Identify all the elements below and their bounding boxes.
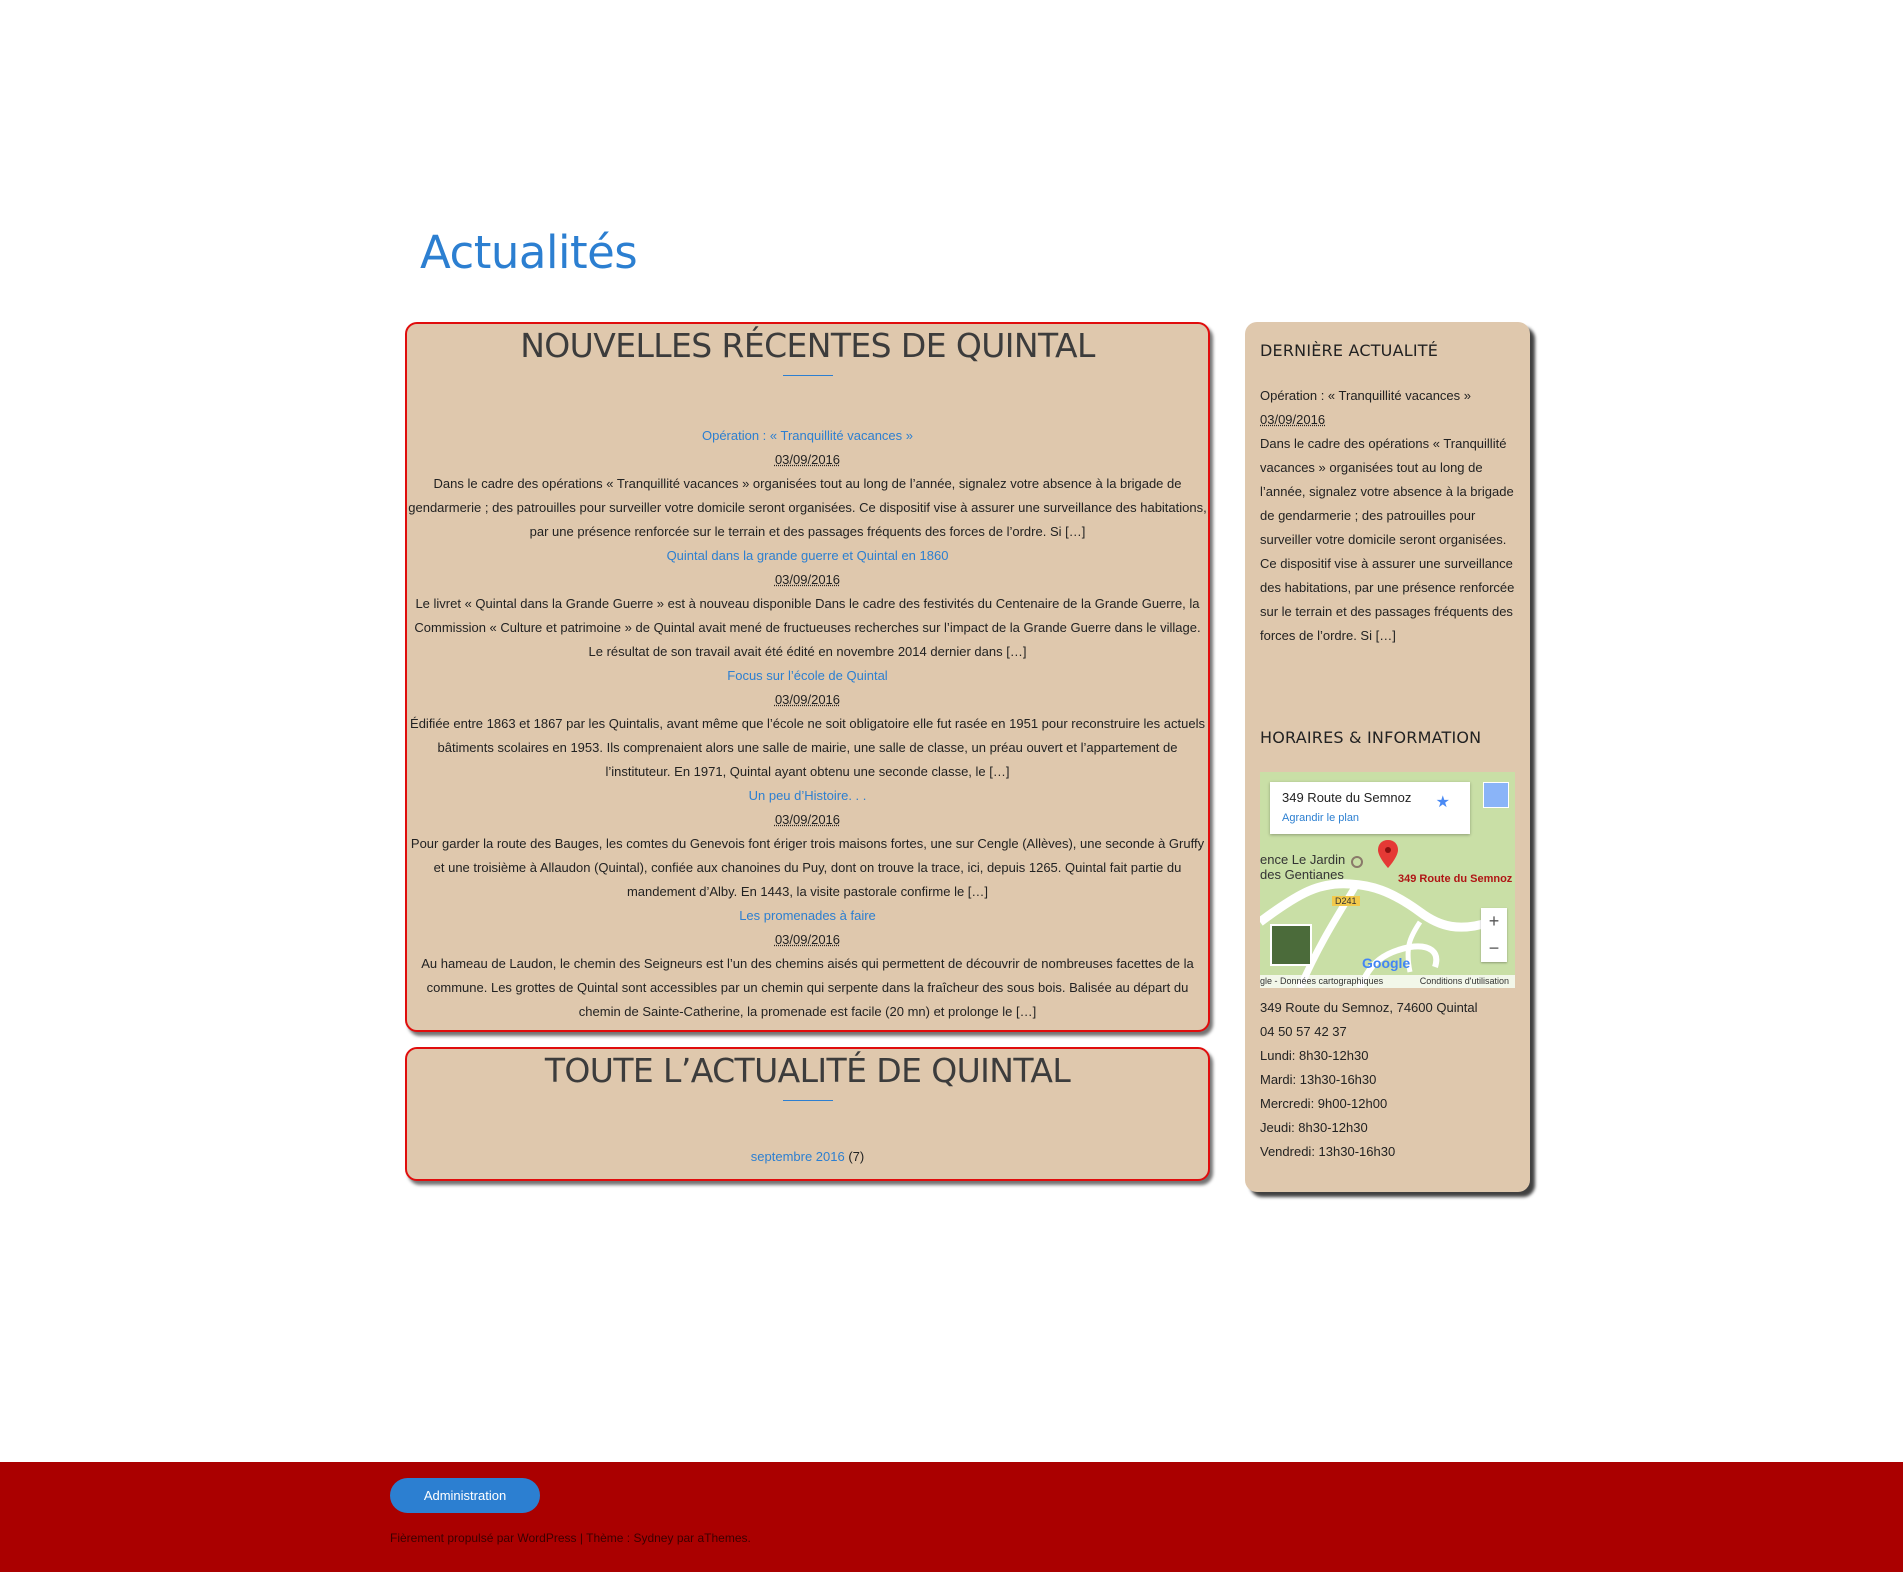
theme-link[interactable]: Thème : Sydney par aThemes.	[586, 1531, 751, 1545]
latest-post-date: 03/09/2016	[1260, 412, 1326, 427]
news-excerpt: Dans le cadre des opérations « Tranquill…	[408, 476, 1207, 539]
news-title-link[interactable]: Les promenades à faire	[407, 904, 1208, 928]
hours-monday: Lundi: 8h30-12h30	[1260, 1048, 1369, 1063]
map-place-line: ence Le Jardin	[1260, 852, 1346, 867]
road-label: D241	[1332, 896, 1360, 906]
recent-news-panel: NOUVELLES RÉCENTES DE QUINTAL Opération …	[405, 322, 1210, 1032]
sidebar: DERNIÈRE ACTUALITÉ Opération : « Tranqui…	[1245, 322, 1530, 1192]
list-item: Les promenades à faire 03/09/2016 Au ham…	[407, 904, 1208, 1024]
latest-news-body: Opération : « Tranquillité vacances » 03…	[1260, 384, 1515, 648]
latest-post-title[interactable]: Opération : « Tranquillité vacances »	[1260, 384, 1515, 408]
archive-month-link[interactable]: septembre 2016	[751, 1149, 845, 1164]
latest-post-excerpt: Dans le cadre des opérations « Tranquill…	[1260, 436, 1515, 643]
site-footer: Administration Fièrement propulsé par Wo…	[0, 1462, 1903, 1572]
recent-news-heading: NOUVELLES RÉCENTES DE QUINTAL	[520, 326, 1095, 365]
google-logo: Google	[1362, 955, 1411, 971]
address: 349 Route du Semnoz, 74600 Quintal	[1260, 1000, 1478, 1015]
zoom-in-button[interactable]: +	[1481, 908, 1507, 935]
avatar-icon[interactable]	[1483, 782, 1509, 808]
news-date: 03/09/2016	[774, 932, 841, 947]
map-footer: gle - Données cartographiques Conditions…	[1260, 975, 1515, 988]
news-excerpt: Le livret « Quintal dans la Grande Guerr…	[414, 596, 1201, 659]
news-list: Opération : « Tranquillité vacances » 03…	[407, 424, 1208, 1024]
news-date: 03/09/2016	[774, 692, 841, 707]
list-item: Quintal dans la grande guerre et Quintal…	[407, 544, 1208, 664]
wordpress-link[interactable]: Fièrement propulsé par WordPress	[390, 1531, 577, 1545]
archive-panel: TOUTE L’ACTUALITÉ DE QUINTAL septembre 2…	[405, 1047, 1210, 1181]
map-card-title: 349 Route du Semnoz	[1282, 790, 1412, 805]
news-title-link[interactable]: Opération : « Tranquillité vacances »	[407, 424, 1208, 448]
map-terms-link[interactable]: Conditions d'utilisation	[1420, 975, 1509, 988]
news-excerpt: Au hameau de Laudon, le chemin des Seign…	[421, 956, 1194, 1019]
page-title: Actualités	[420, 226, 638, 279]
archive-count: (7)	[848, 1149, 865, 1164]
contact-info: 349 Route du Semnoz, 74600 Quintal 04 50…	[1260, 996, 1478, 1164]
hours-wednesday: Mercredi: 9h00-12h00	[1260, 1096, 1388, 1111]
info-title: HORAIRES & INFORMATION	[1260, 728, 1482, 747]
map-data-credit[interactable]: gle - Données cartographiques	[1260, 975, 1383, 988]
heading-underline	[782, 375, 833, 376]
archive-list: septembre 2016 (7)	[407, 1149, 1208, 1164]
heading-underline	[782, 1100, 833, 1101]
footer-credits: Fièrement propulsé par WordPress | Thème…	[390, 1531, 751, 1545]
news-title-link[interactable]: Focus sur l’école de Quintal	[407, 664, 1208, 688]
enlarge-map-link[interactable]: Agrandir le plan	[1282, 812, 1359, 824]
map-pin-label: 349 Route du Semnoz	[1398, 873, 1513, 885]
news-title-link[interactable]: Quintal dans la grande guerre et Quintal…	[407, 544, 1208, 568]
map-place-line: des Gentianes	[1260, 867, 1344, 882]
map-pin-icon[interactable]	[1378, 840, 1398, 868]
satellite-toggle[interactable]	[1270, 924, 1312, 966]
credits-separator: |	[576, 1531, 587, 1545]
hours-thursday: Jeudi: 8h30-12h30	[1260, 1120, 1368, 1135]
embedded-map[interactable]: 349 Route du Semnoz Agrandir le plan ★ e…	[1260, 772, 1515, 988]
news-excerpt: Pour garder la route des Bauges, les com…	[410, 836, 1205, 899]
latest-news-title: DERNIÈRE ACTUALITÉ	[1260, 341, 1439, 360]
map-info-card: 349 Route du Semnoz Agrandir le plan ★	[1270, 782, 1470, 834]
news-date: 03/09/2016	[774, 572, 841, 587]
zoom-out-button[interactable]: −	[1481, 935, 1507, 962]
list-item: Focus sur l’école de Quintal 03/09/2016 …	[407, 664, 1208, 784]
hours-tuesday: Mardi: 13h30-16h30	[1260, 1072, 1377, 1087]
news-date: 03/09/2016	[774, 812, 841, 827]
archive-heading: TOUTE L’ACTUALITÉ DE QUINTAL	[544, 1051, 1071, 1090]
map-place-label: ence Le Jardin des Gentianes	[1260, 852, 1345, 882]
hours-friday: Vendredi: 13h30-16h30	[1260, 1144, 1396, 1159]
news-date: 03/09/2016	[774, 452, 841, 467]
news-title-link[interactable]: Un peu d’Histoire. . .	[407, 784, 1208, 808]
administration-button[interactable]: Administration	[390, 1478, 540, 1513]
zoom-control: + −	[1481, 908, 1507, 962]
news-excerpt: Édifiée entre 1863 et 1867 par les Quint…	[410, 716, 1205, 779]
list-item: Un peu d’Histoire. . . 03/09/2016 Pour g…	[407, 784, 1208, 904]
star-icon[interactable]: ★	[1436, 792, 1450, 812]
list-item: Opération : « Tranquillité vacances » 03…	[407, 424, 1208, 544]
phone: 04 50 57 42 37	[1260, 1024, 1347, 1039]
